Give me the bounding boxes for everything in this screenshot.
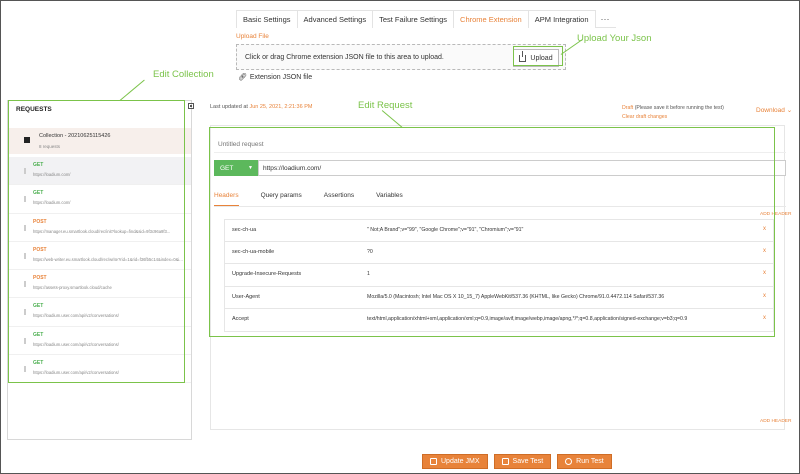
last-updated-timestamp: Jun 25, 2021, 2:21:36 PM xyxy=(249,104,313,110)
save-icon xyxy=(501,458,509,465)
last-updated: Last updated at Jun 25, 2021, 2:21:36 PM xyxy=(210,104,312,110)
paperclip-icon: 🔗︎ xyxy=(238,74,247,81)
update-jmx-button[interactable]: Update JMX xyxy=(422,454,488,469)
upload-icon xyxy=(430,458,437,465)
tab-apm-integration[interactable]: APM Integration xyxy=(527,9,596,28)
draft-note: (Please save it before running the test) xyxy=(634,105,724,111)
tab-basic-settings[interactable]: Basic Settings xyxy=(236,9,298,28)
run-test-button[interactable]: Run Test xyxy=(557,454,612,469)
play-icon xyxy=(565,458,573,465)
tab-advanced-settings[interactable]: Advanced Settings xyxy=(296,9,374,28)
download-dropdown[interactable]: Download ⌄ xyxy=(756,106,792,114)
collection-highlight xyxy=(8,100,185,383)
update-jmx-label: Update JMX xyxy=(441,458,480,465)
draft-label: Draft xyxy=(622,105,634,111)
last-updated-label: Last updated at xyxy=(210,104,248,110)
add-header-button-bottom[interactable]: ADD HEADER xyxy=(760,419,791,424)
save-test-label: Save Test xyxy=(512,458,544,465)
uploaded-file-name: Extension JSON file xyxy=(249,73,313,81)
save-test-button[interactable]: Save Test xyxy=(493,454,552,469)
more-tabs-icon[interactable]: ··· xyxy=(595,10,616,28)
tab-chrome-extension[interactable]: Chrome Extension xyxy=(453,9,529,28)
upload-annotation: Upload Your Json xyxy=(577,33,652,44)
clear-draft-link[interactable]: Clear draft changes xyxy=(622,114,667,120)
upload-title: Upload File xyxy=(236,33,269,40)
collapse-panel-icon[interactable] xyxy=(188,103,194,109)
tab-test-failure-settings[interactable]: Test Failure Settings xyxy=(372,9,455,28)
draft-status: Draft (Please save it before running the… xyxy=(622,105,724,111)
request-highlight xyxy=(209,127,775,337)
action-bar: Update JMX Save Test Run Test xyxy=(422,454,612,469)
upload-hint: Click or drag Chrome extension JSON file… xyxy=(245,53,444,61)
run-test-label: Run Test xyxy=(576,458,604,465)
settings-tabs: Basic Settings Advanced Settings Test Fa… xyxy=(236,9,616,28)
request-annotation: Edit Request xyxy=(358,100,413,111)
collection-annotation: Edit Collection xyxy=(153,69,214,80)
upload-highlight xyxy=(513,46,563,66)
uploaded-file[interactable]: 🔗︎ Extension JSON file xyxy=(238,73,313,82)
